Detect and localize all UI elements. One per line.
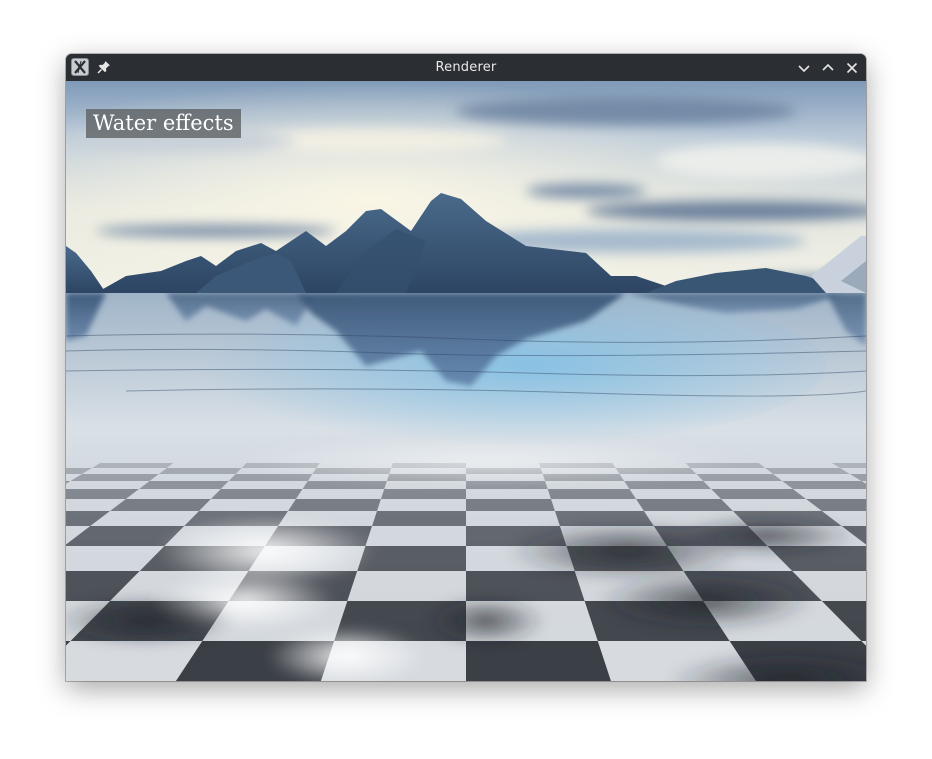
floor-tile — [149, 474, 236, 481]
close-icon — [846, 62, 858, 74]
floor-tile — [347, 571, 466, 601]
floor-tile — [758, 463, 841, 468]
floor-tile — [547, 489, 637, 499]
floor-tile — [636, 499, 733, 511]
chevron-up-icon — [822, 63, 834, 71]
chevron-down-icon — [798, 65, 810, 73]
floor-tile — [703, 481, 793, 489]
floor-tile — [629, 489, 722, 499]
floor-tile — [551, 499, 644, 511]
floor-tile — [466, 489, 552, 499]
floor-tile — [721, 499, 822, 511]
close-button[interactable] — [843, 59, 861, 77]
floor-tile — [199, 499, 296, 511]
floor-tile — [365, 526, 466, 546]
floor-tile — [773, 474, 862, 481]
floor-tile — [624, 481, 712, 489]
floor-tile — [91, 463, 174, 468]
renderer-window: Renderer Water effects — [66, 54, 866, 681]
minimize-button[interactable] — [795, 59, 813, 77]
floor-tile — [288, 499, 381, 511]
floor-tile — [466, 499, 555, 511]
floor-tile — [466, 511, 560, 526]
floor-tile — [220, 481, 308, 489]
overlay-title-label: Water effects — [86, 109, 241, 138]
floor-tile — [158, 468, 242, 474]
floor-tile — [711, 489, 807, 499]
floor-tile — [765, 468, 850, 474]
floor-tile — [380, 489, 466, 499]
floor-tile — [372, 511, 466, 526]
floor-tile — [377, 499, 466, 511]
floor-tile — [210, 489, 303, 499]
title-bar[interactable]: Renderer — [66, 54, 866, 81]
floor-tile — [782, 481, 866, 489]
floor-tile — [125, 489, 221, 499]
floor-tile — [70, 474, 159, 481]
floor-tile — [466, 641, 611, 681]
floor-tile — [295, 489, 385, 499]
floor-tile — [139, 481, 229, 489]
render-viewport[interactable]: Water effects — [66, 81, 866, 681]
maximize-button[interactable] — [819, 59, 837, 77]
window-title: Renderer — [435, 60, 497, 75]
scene-render — [66, 81, 866, 681]
floor-tile — [110, 499, 211, 511]
floor-tile — [696, 474, 783, 481]
floor-tile — [66, 481, 150, 489]
floor-tile — [82, 468, 167, 474]
